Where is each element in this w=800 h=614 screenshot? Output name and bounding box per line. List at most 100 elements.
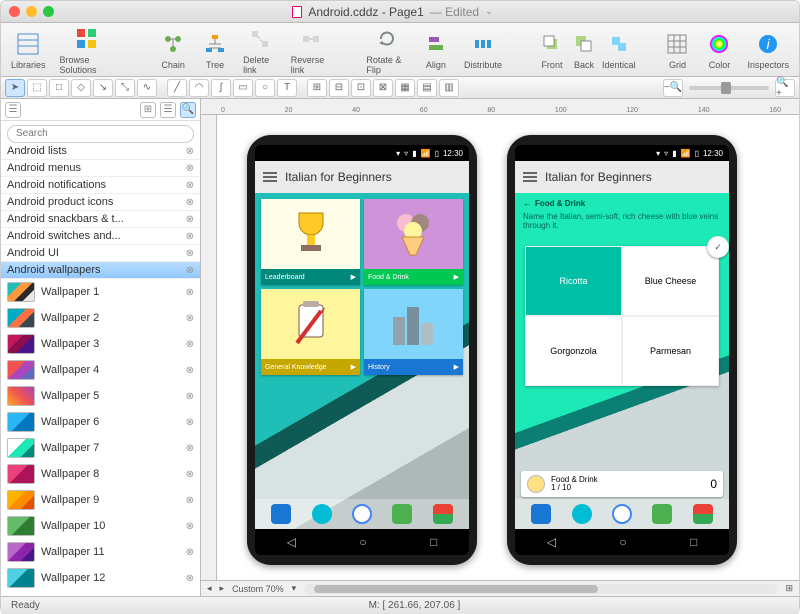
category-item[interactable]: Android product icons⊗ (1, 194, 200, 211)
sidebar-view-toggle-1[interactable]: ☰ (5, 102, 21, 118)
library-item[interactable]: Wallpaper 4⊗ (1, 357, 200, 383)
close-icon[interactable]: ⊗ (186, 248, 194, 259)
library-item[interactable]: Wallpaper 11⊗ (1, 539, 200, 565)
snap-tool-7[interactable]: ▥ (439, 79, 459, 97)
remove-icon[interactable]: ⊗ (186, 547, 194, 558)
rect-tool[interactable]: ▭ (233, 79, 253, 97)
close-icon[interactable]: ⊗ (186, 163, 194, 174)
remove-icon[interactable]: ⊗ (186, 469, 194, 480)
tree-button[interactable]: Tree (201, 30, 229, 70)
back-button[interactable]: Back (570, 30, 598, 70)
remove-icon[interactable]: ⊗ (186, 287, 194, 298)
sidebar-list-view-icon[interactable]: ☰ (160, 102, 176, 118)
shape-tool-2[interactable]: ◇ (71, 79, 91, 97)
close-icon[interactable]: ⊗ (186, 197, 194, 208)
library-item[interactable]: Wallpaper 3⊗ (1, 331, 200, 357)
minimize-window-button[interactable] (26, 6, 37, 17)
remove-icon[interactable]: ⊗ (186, 521, 194, 532)
wallpaper-thumb-icon (7, 568, 35, 588)
snap-tool-6[interactable]: ▤ (417, 79, 437, 97)
snap-tool-3[interactable]: ⊡ (351, 79, 371, 97)
back-arrow-icon: ← (523, 199, 531, 208)
remove-icon[interactable]: ⊗ (186, 495, 194, 506)
connector-tool-1[interactable]: ↘ (93, 79, 113, 97)
snap-tool-2[interactable]: ⊟ (329, 79, 349, 97)
close-icon[interactable]: ⊗ (186, 180, 194, 191)
remove-icon[interactable]: ⊗ (186, 443, 194, 454)
remove-icon[interactable]: ⊗ (186, 417, 194, 428)
category-item[interactable]: Android snackbars & t...⊗ (1, 211, 200, 228)
dock-icon (531, 504, 551, 524)
category-item[interactable]: Android UI⊗ (1, 245, 200, 262)
category-item[interactable]: Android switches and...⊗ (1, 228, 200, 245)
spline-tool[interactable]: ∫ (211, 79, 231, 97)
grid-button[interactable]: Grid (663, 30, 691, 70)
text-tool[interactable]: T (277, 79, 297, 97)
remove-icon[interactable]: ⊗ (186, 391, 194, 402)
remove-icon[interactable]: ⊗ (186, 313, 194, 324)
zoom-slider[interactable] (689, 86, 769, 90)
remove-icon[interactable]: ⊗ (186, 365, 194, 376)
sidebar-grid-view-icon[interactable]: ⊞ (140, 102, 156, 118)
zoom-in-button[interactable]: 🔍+ (775, 79, 795, 97)
chain-button[interactable]: Chain (159, 30, 187, 70)
distribute-button[interactable]: Distribute (464, 30, 502, 70)
library-item[interactable]: Wallpaper 5⊗ (1, 383, 200, 409)
library-item[interactable]: Wallpaper 9⊗ (1, 487, 200, 513)
page-nav-next[interactable]: ▸ (220, 583, 225, 594)
zoom-out-button[interactable]: −🔍 (663, 79, 683, 97)
canvas-corner-icon[interactable]: ⊞ (785, 583, 793, 594)
library-item[interactable]: Wallpaper 10⊗ (1, 513, 200, 539)
rotate-flip-button[interactable]: Rotate & Flip (366, 25, 408, 75)
browse-solutions-button[interactable]: Browse Solutions (60, 25, 116, 75)
category-item[interactable]: Android lists⊗ (1, 143, 200, 160)
snap-tool-4[interactable]: ⊠ (373, 79, 393, 97)
library-item[interactable]: Wallpaper 2⊗ (1, 305, 200, 331)
line-tool[interactable]: ╱ (167, 79, 187, 97)
identical-button[interactable]: Identical (602, 30, 636, 70)
front-button[interactable]: Front (538, 30, 566, 70)
page-nav-prev[interactable]: ◂ (207, 583, 212, 594)
sidebar-search-icon[interactable]: 🔍 (180, 102, 196, 118)
library-item[interactable]: Wallpaper 7⊗ (1, 435, 200, 461)
tool-strip: ➤ ⬚ □ ◇ ↘ ⤡ ∿ ╱ ◠ ∫ ▭ ○ T ⊞ ⊟ ⊡ ⊠ ▦ ▤ ▥ … (1, 77, 799, 99)
remove-icon[interactable]: ⊗ (186, 573, 194, 584)
pointer-tool[interactable]: ➤ (5, 79, 25, 97)
shape-tool-1[interactable]: □ (49, 79, 69, 97)
arc-tool[interactable]: ◠ (189, 79, 209, 97)
category-item-selected[interactable]: Android wallpapers⊗ (1, 262, 200, 279)
zoom-label[interactable]: Custom 70% (232, 584, 284, 594)
canvas-footer: ◂ ▸ Custom 70% ▾ ⊞ (201, 580, 799, 596)
zoom-window-button[interactable] (43, 6, 54, 17)
library-item[interactable]: Wallpaper 6⊗ (1, 409, 200, 435)
remove-icon[interactable]: ⊗ (186, 339, 194, 350)
phone-mockup-2[interactable]: ▾▿▮📶▯12:30 Italian for Beginners ←Food &… (507, 135, 737, 565)
connector-tool-3[interactable]: ∿ (137, 79, 157, 97)
inspectors-button[interactable]: iInspectors (747, 30, 789, 70)
phone-mockup-1[interactable]: ▾▿▮📶▯12:30 Italian for Beginners Leaderb… (247, 135, 477, 565)
close-icon[interactable]: ⊗ (186, 231, 194, 242)
snap-tool-1[interactable]: ⊞ (307, 79, 327, 97)
category-item[interactable]: Android menus⊗ (1, 160, 200, 177)
library-item[interactable]: Wallpaper 1⊗ (1, 279, 200, 305)
align-button[interactable]: Align (422, 30, 450, 70)
horizontal-scrollbar[interactable] (304, 584, 777, 594)
close-icon[interactable]: ⊗ (186, 265, 194, 276)
category-item[interactable]: Android notifications⊗ (1, 177, 200, 194)
libraries-button[interactable]: Libraries (11, 30, 46, 70)
lasso-tool[interactable]: ⬚ (27, 79, 47, 97)
color-button[interactable]: Color (705, 30, 733, 70)
delete-link-button[interactable]: Delete link (243, 25, 277, 75)
ellipse-tool[interactable]: ○ (255, 79, 275, 97)
snap-tool-5[interactable]: ▦ (395, 79, 415, 97)
reverse-link-button[interactable]: Reverse link (291, 25, 331, 75)
close-window-button[interactable] (9, 6, 20, 17)
connector-tool-2[interactable]: ⤡ (115, 79, 135, 97)
close-icon[interactable]: ⊗ (186, 214, 194, 225)
drawing-canvas[interactable]: ▾▿▮📶▯12:30 Italian for Beginners Leaderb… (217, 115, 799, 580)
title-dropdown-icon[interactable]: ⌄ (485, 6, 493, 17)
library-item[interactable]: Wallpaper 12⊗ (1, 565, 200, 591)
search-input[interactable] (7, 125, 194, 143)
close-icon[interactable]: ⊗ (186, 146, 194, 157)
library-item[interactable]: Wallpaper 8⊗ (1, 461, 200, 487)
